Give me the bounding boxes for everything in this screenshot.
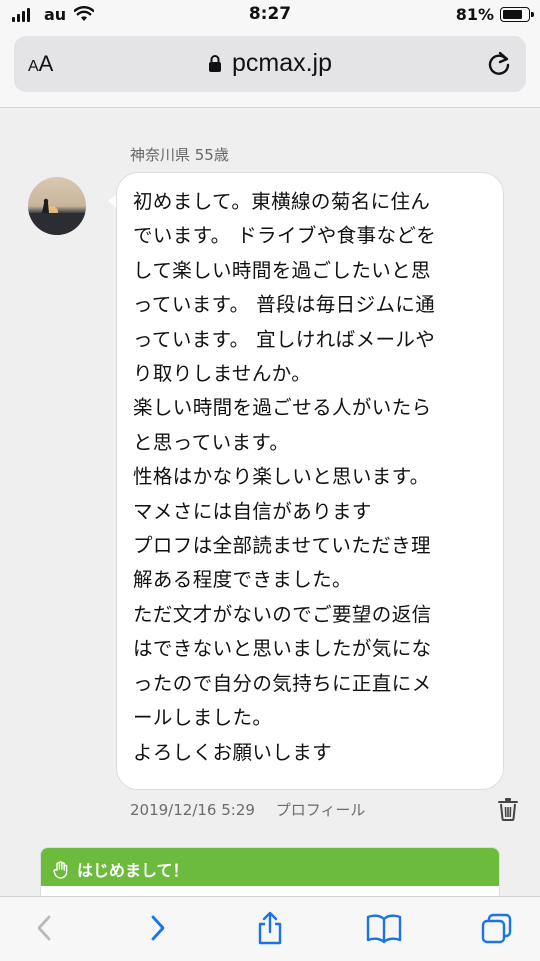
message-line: はできないと思いましたが気にな — [133, 637, 432, 661]
avatar[interactable] — [28, 177, 86, 235]
greeting-card-header[interactable]: はじめまして！ — [41, 848, 499, 886]
trash-icon[interactable] — [497, 797, 519, 821]
message-line: ったので自分の気持ちに正直にメ — [133, 671, 432, 695]
lock-icon — [208, 55, 221, 72]
message-thread: 神奈川県 55歳 初めまして。東横線の菊名に住ん でいます。 ドライブや食事など… — [0, 109, 540, 907]
sunset-photo — [28, 198, 86, 235]
message-line: プロフは全部読ませていただき理 — [133, 534, 431, 558]
message-line: と思っています。 — [133, 430, 290, 454]
message-line: 初めまして。東横線の菊名に住ん — [133, 190, 431, 213]
sender-info: 神奈川県 55歳 — [130, 146, 229, 164]
browser-toolbar — [0, 896, 540, 961]
message-line: マメさには自信があります — [133, 499, 372, 523]
tabs-icon[interactable] — [480, 911, 514, 945]
message-line: よろしくお願いします — [133, 740, 333, 764]
url-text: pcmax.jp — [231, 49, 333, 77]
bookmarks-icon[interactable] — [366, 911, 402, 945]
back-icon[interactable] — [30, 911, 60, 945]
hand-icon — [53, 861, 68, 879]
profile-link[interactable]: プロフィール — [276, 801, 366, 819]
message-line: 解ある程度できました。 — [133, 568, 352, 592]
message-timestamp: 2019/12/16 5:29 — [130, 801, 255, 819]
message-line: ただ文才がないのでご要望の返信 — [133, 602, 432, 626]
browser-address-area: AA pcmax.jp — [0, 30, 540, 108]
message-bubble: 初めまして。東横線の菊名に住ん でいます。 ドライブや食事などを して楽しい時間… — [116, 172, 504, 790]
status-bar: au 8:27 81% — [0, 0, 540, 30]
greeting-card-title: はじめまして！ — [77, 861, 189, 880]
message-line: 楽しい時間を過ごせる人がいたら — [133, 396, 432, 420]
forward-icon[interactable] — [142, 911, 172, 945]
message-line: でいます。 ドライブや食事などを — [133, 224, 437, 248]
battery-percentage: 81% — [455, 5, 494, 24]
message-line: 性格はかなり楽しいと思います。 — [133, 465, 430, 489]
message-line: り取りしませんか。 — [133, 362, 312, 386]
share-icon[interactable] — [255, 911, 285, 945]
address-bar[interactable]: AA pcmax.jp — [14, 36, 526, 92]
message-line: して楽しい時間を過ごしたいと思 — [133, 258, 431, 282]
reload-icon[interactable] — [486, 51, 512, 77]
message-line: っています。 普段は毎日ジムに通 — [133, 293, 436, 317]
battery-icon — [500, 7, 534, 22]
message-line: ールしました。 — [133, 706, 273, 730]
message-line: っています。 宜しければメールや — [133, 327, 436, 351]
message-meta: 2019/12/16 5:29 プロフィール — [130, 799, 365, 820]
